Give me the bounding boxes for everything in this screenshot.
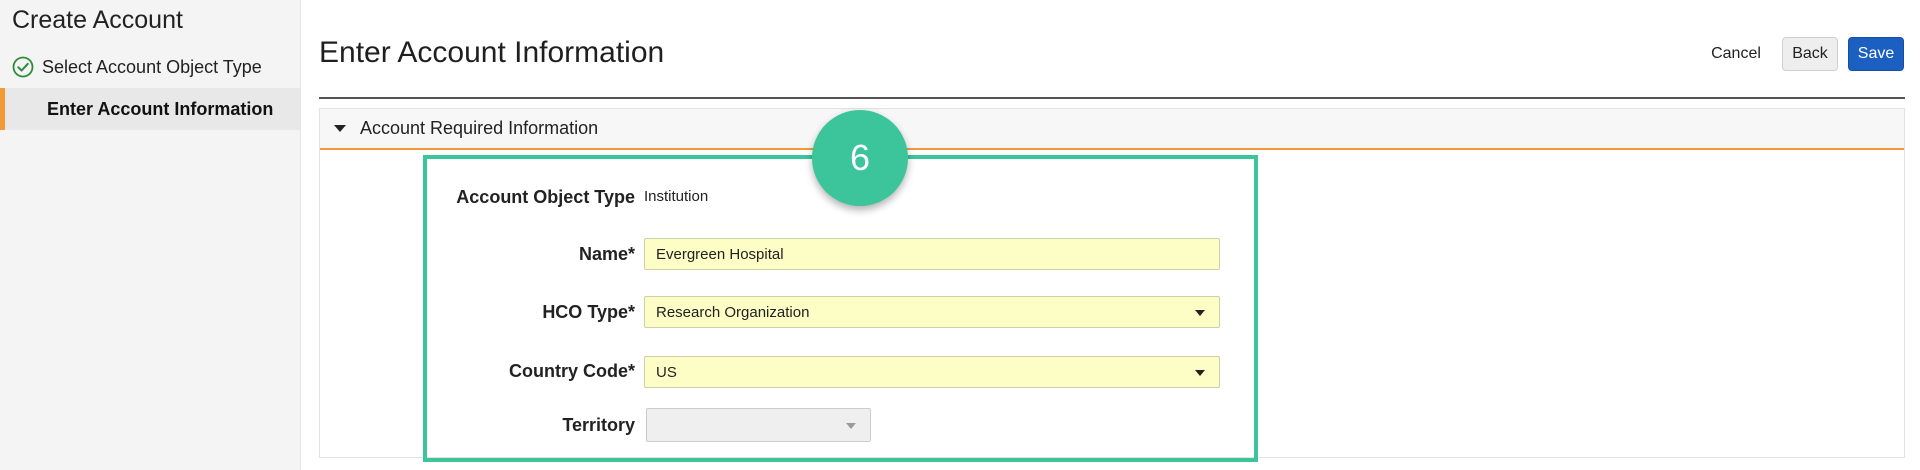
territory-label: Territory: [562, 415, 635, 435]
country-code-select[interactable]: US: [644, 356, 1220, 388]
step-enter-account-information[interactable]: Enter Account Information: [0, 88, 300, 130]
country-code-label: Country Code*: [509, 361, 635, 381]
header-divider: [319, 97, 1905, 99]
hco-type-selected-value: Research Organization: [656, 303, 810, 321]
account-object-type-label: Account Object Type: [456, 187, 635, 207]
save-button[interactable]: Save: [1848, 37, 1904, 71]
account-required-information-section: Account Required Information: [319, 108, 1905, 458]
section-header[interactable]: Account Required Information: [320, 109, 1904, 150]
wizard-sidebar: Create Account Select Account Object Typ…: [0, 0, 301, 470]
section-title: Account Required Information: [360, 118, 599, 138]
cancel-button[interactable]: Cancel: [1696, 37, 1776, 71]
territory-select: [646, 408, 871, 442]
hco-type-select[interactable]: Research Organization: [644, 296, 1220, 328]
check-circle-icon: [12, 56, 34, 78]
caret-down-icon: [846, 423, 856, 429]
hco-type-label: HCO Type*: [542, 302, 635, 322]
wizard-title: Create Account: [12, 6, 183, 34]
caret-down-icon: [1195, 370, 1205, 376]
country-code-selected-value: US: [656, 363, 677, 381]
step-label: Enter Account Information: [47, 98, 274, 119]
name-label: Name*: [578, 244, 635, 264]
name-input[interactable]: [644, 238, 1220, 270]
step-number-badge: 6: [812, 110, 908, 206]
caret-down-icon: [1195, 310, 1205, 316]
account-object-type-value: Institution: [644, 188, 709, 205]
back-button[interactable]: Back: [1782, 37, 1838, 71]
caret-down-icon[interactable]: [334, 125, 346, 132]
step-select-account-object-type[interactable]: Select Account Object Type: [0, 46, 300, 88]
page-title: Enter Account Information: [319, 36, 665, 69]
step-label: Select Account Object Type: [42, 56, 262, 77]
